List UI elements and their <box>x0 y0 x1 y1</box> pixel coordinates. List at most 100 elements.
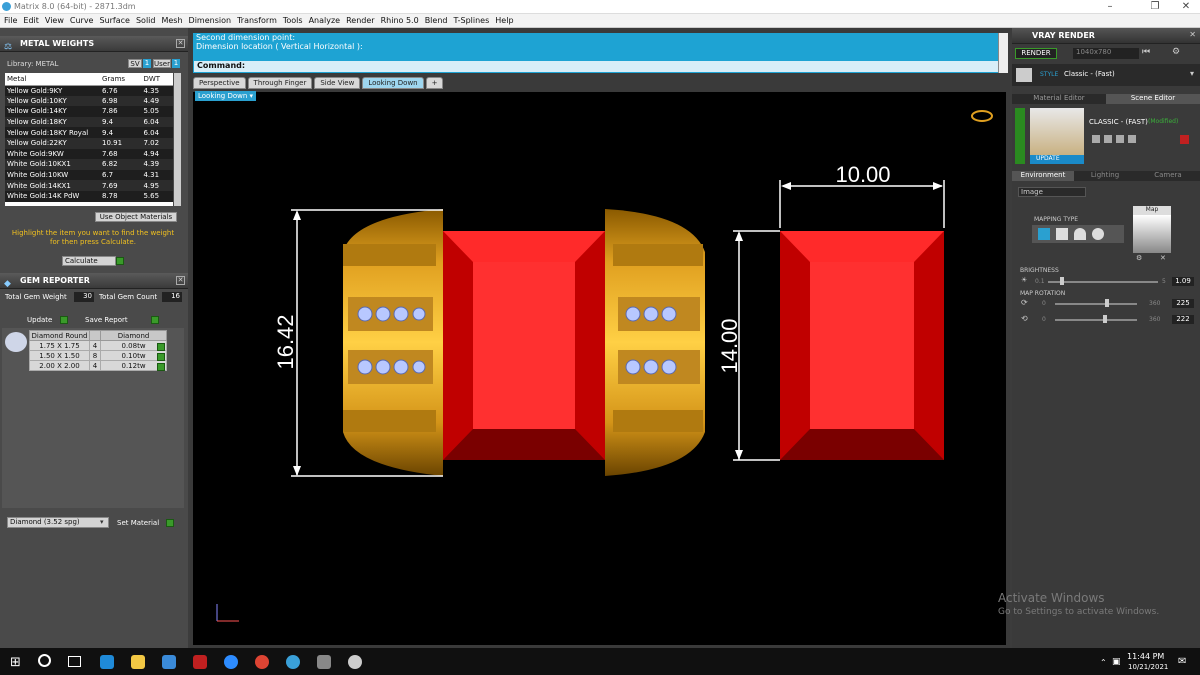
table-row[interactable]: 2.00 X 2.00 4 0.12tw <box>29 360 167 371</box>
rotation2-slider[interactable] <box>1055 319 1137 321</box>
folder-icon[interactable] <box>1116 135 1124 143</box>
mapping-plane-icon[interactable] <box>1038 228 1050 240</box>
menu-help[interactable]: Help <box>495 16 513 25</box>
rotation2-value[interactable]: 222 <box>1172 315 1194 324</box>
use-object-materials-button[interactable]: Use Object Materials <box>95 212 177 222</box>
map-clear-icon[interactable]: ✕ <box>1160 254 1166 262</box>
table-row[interactable]: White Gold:10KW 6.7 4.31 <box>5 169 173 181</box>
menu-solid[interactable]: Solid <box>136 16 156 25</box>
close-icon[interactable]: ✕ <box>1189 30 1196 39</box>
set-material-button[interactable]: Set Material <box>117 519 159 527</box>
app-icon[interactable] <box>317 655 331 669</box>
table-row[interactable]: Yellow Gold:18KY 9.4 6.04 <box>5 116 173 128</box>
col-dwt[interactable]: DWT <box>141 73 173 86</box>
menu-dimension[interactable]: Dimension <box>189 16 232 25</box>
menu-surface[interactable]: Surface <box>99 16 129 25</box>
menu-analyze[interactable]: Analyze <box>309 16 341 25</box>
tab-side-view[interactable]: Side View <box>314 77 361 89</box>
tab-camera[interactable]: Camera <box>1136 171 1200 181</box>
tab-material-editor[interactable]: Material Editor <box>1012 94 1106 104</box>
windows-start-icon[interactable]: ⊞ <box>10 655 21 670</box>
table-row[interactable]: White Gold:10KX1 6.82 4.39 <box>5 159 173 170</box>
map-thumbnail[interactable] <box>1133 215 1171 253</box>
command-scrollbar[interactable] <box>998 33 1008 73</box>
tray-chevron-icon[interactable]: ⌃ <box>1100 658 1107 667</box>
minimize-button[interactable]: – <box>1097 0 1123 14</box>
matrix-icon[interactable] <box>286 655 300 669</box>
table-row[interactable]: Yellow Gold:9KY 6.76 4.35 <box>5 85 173 96</box>
chevron-down-icon[interactable]: ▾ <box>1190 69 1194 78</box>
rotation2-slider-knob[interactable] <box>1103 315 1107 323</box>
rotation1-slider-knob[interactable] <box>1105 299 1109 307</box>
tab-lighting[interactable]: Lighting <box>1074 171 1136 181</box>
update-button[interactable]: Update <box>27 316 52 324</box>
table-row[interactable]: White Gold:14KX1 7.69 4.95 <box>5 180 173 191</box>
calculate-go-icon[interactable] <box>116 257 124 265</box>
task-view-icon[interactable] <box>68 656 81 667</box>
copy-icon[interactable] <box>1104 135 1112 143</box>
app-icon[interactable] <box>193 655 207 669</box>
table-row[interactable]: White Gold:9KW 7.68 4.94 <box>5 148 173 160</box>
tab-environment[interactable]: Environment <box>1012 171 1074 181</box>
app-icon[interactable] <box>348 655 362 669</box>
environment-select[interactable]: Image <box>1018 187 1086 197</box>
update-go-icon[interactable] <box>60 316 68 324</box>
tab-perspective[interactable]: Perspective <box>193 77 246 89</box>
network-icon[interactable]: ▣ <box>1112 657 1121 667</box>
map-settings-icon[interactable]: ⚙ <box>1136 254 1142 262</box>
mapping-sphere-icon[interactable] <box>1092 228 1104 240</box>
edge-icon[interactable] <box>100 655 114 669</box>
rotation1-value[interactable]: 225 <box>1172 299 1194 308</box>
close-icon[interactable]: ✕ <box>176 276 185 285</box>
add-tab-button[interactable]: + <box>425 77 444 89</box>
update-scene-button[interactable]: UPDATE <box>1030 155 1084 164</box>
table-row[interactable]: Yellow Gold:14KY 7.86 5.05 <box>5 106 173 117</box>
col-metal[interactable]: Metal <box>5 73 100 86</box>
close-button[interactable]: ✕ <box>1173 0 1199 14</box>
row-go-icon[interactable] <box>157 363 165 371</box>
table-row[interactable]: White Gold:14K PdW 8.78 5.65 <box>5 190 173 202</box>
menu-edit[interactable]: Edit <box>23 16 39 25</box>
metal-table-scrollbar[interactable] <box>174 73 181 206</box>
search-icon[interactable] <box>38 654 51 667</box>
table-row[interactable]: 1.50 X 1.50 8 0.10tw <box>29 350 167 361</box>
set-material-go-icon[interactable] <box>166 519 174 527</box>
row-go-icon[interactable] <box>157 353 165 361</box>
zoom-icon[interactable] <box>224 655 238 669</box>
brightness-value[interactable]: 1.09 <box>1172 277 1194 286</box>
table-row[interactable]: Yellow Gold:18KY Royal 9.4 6.04 <box>5 127 173 138</box>
rotation1-slider[interactable] <box>1055 303 1137 305</box>
maximize-button[interactable]: ❐ <box>1142 0 1168 14</box>
menu-curve[interactable]: Curve <box>70 16 94 25</box>
save-report-go-icon[interactable] <box>151 316 159 324</box>
clock-date[interactable]: 10/21/2021 <box>1128 663 1168 671</box>
rewind-icon[interactable]: ⏮ <box>1142 47 1150 57</box>
menu-mesh[interactable]: Mesh <box>161 16 182 25</box>
user-button[interactable]: User <box>153 59 171 68</box>
app-icon[interactable] <box>162 655 176 669</box>
command-input[interactable]: Command: <box>193 60 1008 73</box>
menu-file[interactable]: File <box>4 16 17 25</box>
calculate-button[interactable]: Calculate <box>62 256 116 266</box>
tab-through-finger[interactable]: Through Finger <box>247 77 313 89</box>
material-select[interactable]: Diamond (3.52 spg) <box>7 517 109 528</box>
mapping-dome-icon[interactable] <box>1074 228 1086 240</box>
preset-row[interactable]: STYLE Classic - (Fast) ▾ <box>1012 64 1200 86</box>
tab-scene-editor[interactable]: Scene Editor <box>1106 94 1200 104</box>
collapse-handle[interactable] <box>1015 108 1025 164</box>
col-grams[interactable]: Grams <box>100 73 142 86</box>
render-button[interactable]: RENDER <box>1015 48 1057 59</box>
reset-icon[interactable] <box>1180 135 1189 144</box>
brightness-slider-knob[interactable] <box>1060 277 1064 285</box>
menu-render[interactable]: Render <box>346 16 374 25</box>
menu-tools[interactable]: Tools <box>283 16 303 25</box>
save-report-button[interactable]: Save Report <box>85 316 128 324</box>
menu-transform[interactable]: Transform <box>237 16 277 25</box>
menu-view[interactable]: View <box>45 16 64 25</box>
close-icon[interactable]: ✕ <box>176 39 185 48</box>
view-name-label[interactable]: Looking Down ▾ <box>195 91 257 101</box>
row-go-icon[interactable] <box>157 343 165 351</box>
chevron-down-icon[interactable]: ▾ <box>100 518 104 526</box>
notifications-icon[interactable]: ✉ <box>1178 656 1186 667</box>
viewport[interactable]: 16.42 10.00 14.00 <box>193 92 1006 645</box>
